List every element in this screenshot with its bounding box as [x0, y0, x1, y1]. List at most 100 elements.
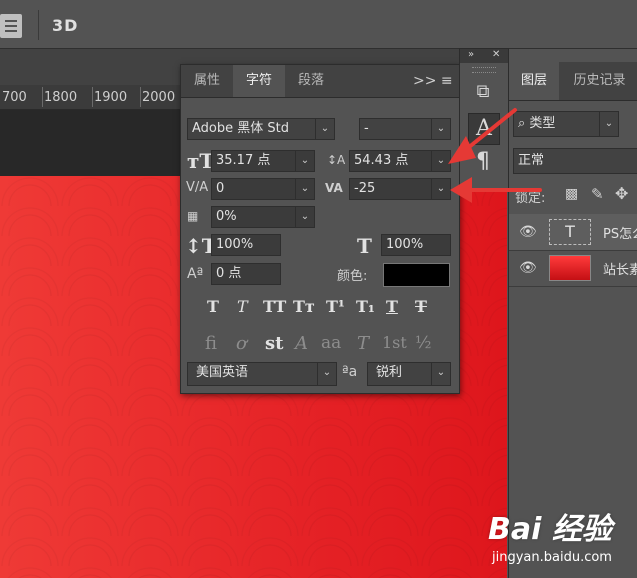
- character-icon[interactable]: A: [468, 113, 500, 145]
- cube-icon[interactable]: ⧉: [468, 77, 498, 107]
- drag-handle[interactable]: [472, 67, 496, 73]
- titling-alternates-button[interactable]: T: [357, 333, 369, 354]
- layers-panel-tabs: 图层 历史记录: [509, 62, 637, 101]
- ruler-mark: 700: [2, 90, 27, 105]
- superscript-button[interactable]: T¹: [326, 297, 345, 316]
- tsume-icon: ▦: [187, 209, 199, 223]
- eye-icon[interactable]: 👁: [519, 224, 537, 240]
- tracking-icon: VA: [325, 181, 343, 195]
- leading-value: 54.43 点: [354, 153, 409, 168]
- underline-button[interactable]: T: [386, 297, 398, 316]
- baidu-watermark: Bai 经验 jingyan.baidu.com: [488, 504, 628, 574]
- antialias-icon: ªa: [342, 364, 358, 380]
- chevron-down-icon: ⌄: [431, 179, 450, 199]
- tsume-value: 0%: [216, 209, 237, 224]
- toolbar-divider: [38, 10, 39, 40]
- horizontal-scale-icon: T: [357, 234, 372, 258]
- faux-italic-button[interactable]: T: [237, 297, 248, 316]
- kerning-field[interactable]: 0 ⌄: [211, 178, 315, 200]
- 3d-mode-button[interactable]: 3D: [52, 16, 78, 35]
- tracking-value: -25: [354, 181, 376, 196]
- faux-bold-button[interactable]: T: [207, 297, 219, 316]
- discretionary-ligature-button[interactable]: st: [265, 333, 283, 354]
- watermark-url: jingyan.baidu.com: [492, 550, 612, 565]
- options-bar: 3D: [0, 0, 637, 49]
- dock-header: » ✕: [460, 49, 508, 63]
- chevron-down-icon: ⌄: [315, 119, 334, 139]
- small-caps-button[interactable]: Tт: [293, 297, 315, 316]
- leading-icon: ↕A: [327, 153, 346, 167]
- layer-filter-value: 类型: [529, 116, 556, 131]
- chevron-down-icon: ⌄: [431, 151, 450, 171]
- language-select[interactable]: 美国英语 ⌄: [187, 362, 337, 386]
- layer-name: 站长素: [603, 263, 637, 278]
- baseline-shift-icon: Aª: [187, 266, 204, 282]
- font-style-value: -: [364, 121, 369, 136]
- color-label: 颜色:: [337, 269, 368, 284]
- vertical-scale-field[interactable]: 100%: [211, 234, 281, 256]
- layer-name: PS怎么: [603, 227, 637, 242]
- kerning-icon: V/A: [186, 180, 209, 195]
- paragraph-icon[interactable]: ¶: [468, 147, 498, 177]
- font-size-field[interactable]: 35.17 点 ⌄: [211, 150, 315, 172]
- baseline-shift-field[interactable]: 0 点: [211, 263, 281, 285]
- font-family-value: Adobe 黑体 Std: [192, 121, 289, 136]
- lock-move-icon[interactable]: ✥: [615, 184, 628, 203]
- layer-row[interactable]: 👁 站长素: [509, 250, 637, 287]
- chevron-down-icon: ⌄: [295, 179, 314, 199]
- tab-history[interactable]: 历史记录: [561, 62, 637, 100]
- lock-transparency-icon[interactable]: ▩: [565, 186, 578, 202]
- collapsed-panel-dock: » ✕ ⧉ A ¶: [459, 48, 509, 190]
- chevron-down-icon: ⌄: [295, 151, 314, 171]
- character-panel: 属性 字符 段落 >> ≡ Adobe 黑体 Std ⌄ - ⌄ ᴛT 35.1…: [180, 64, 460, 394]
- lock-label: 锁定:: [515, 191, 546, 206]
- chevron-down-icon: ⌄: [431, 363, 450, 385]
- chevron-down-icon: ⌄: [295, 207, 314, 227]
- panel-menu-icon[interactable]: >> ≡: [413, 73, 453, 89]
- stylistic-alternates-button[interactable]: aa: [321, 333, 341, 353]
- lock-paint-brush-icon[interactable]: ✎: [591, 185, 604, 203]
- strikethrough-button[interactable]: T: [415, 297, 427, 316]
- tab-character[interactable]: 字符: [233, 65, 285, 97]
- old-style-button[interactable]: ơ: [236, 333, 247, 354]
- layer-filter-select[interactable]: ⌕ 类型 ⌄: [513, 111, 619, 137]
- ruler-mark: 2000: [142, 90, 176, 105]
- leading-field[interactable]: 54.43 点 ⌄: [349, 150, 451, 172]
- watermark-brand: Bai 经验: [488, 512, 612, 547]
- tab-layers[interactable]: 图层: [509, 62, 559, 100]
- font-size-value: 35.17 点: [216, 153, 271, 168]
- font-style-select[interactable]: - ⌄: [359, 118, 451, 140]
- antialias-select[interactable]: 锐利 ⌄: [367, 362, 451, 386]
- ordinals-button[interactable]: 1st: [382, 333, 407, 352]
- swash-button[interactable]: A: [295, 333, 308, 354]
- tsume-field[interactable]: 0% ⌄: [211, 206, 315, 228]
- layer-row[interactable]: 👁 T PS怎么: [509, 214, 637, 251]
- chevron-down-icon: ⌄: [317, 363, 336, 385]
- image-layer-thumbnail: [549, 255, 591, 281]
- tab-paragraph[interactable]: 段落: [285, 65, 337, 97]
- horizontal-scale-field[interactable]: 100%: [381, 234, 451, 256]
- character-panel-tabs: 属性 字符 段落 >> ≡: [181, 65, 459, 98]
- close-icon[interactable]: ✕: [492, 49, 500, 60]
- collapse-icon[interactable]: »: [468, 49, 474, 60]
- tracking-field[interactable]: -25 ⌄: [349, 178, 451, 200]
- text-layer-thumbnail: T: [549, 219, 591, 245]
- kerning-value: 0: [216, 181, 225, 196]
- ligature-button[interactable]: fi: [205, 333, 217, 354]
- fractions-button[interactable]: ½: [415, 333, 431, 353]
- subscript-button[interactable]: T₁: [356, 297, 375, 316]
- blend-mode-select[interactable]: 正常: [513, 148, 637, 174]
- layers-panel: 图层 历史记录 ⌕ 类型 ⌄ 正常 锁定: ▩ ✎ ✥ 👁 T PS怎么 👁 站…: [508, 62, 637, 578]
- font-family-select[interactable]: Adobe 黑体 Std ⌄: [187, 118, 335, 140]
- ruler-mark: 1800: [44, 90, 78, 105]
- chevron-down-icon: ⌄: [599, 112, 618, 136]
- tab-properties[interactable]: 属性: [181, 65, 233, 97]
- text-color-swatch[interactable]: [383, 263, 450, 287]
- eye-icon[interactable]: 👁: [519, 260, 537, 276]
- chevron-down-icon: ⌄: [431, 119, 450, 139]
- search-icon: ⌕: [518, 116, 530, 131]
- document-icon[interactable]: [0, 14, 22, 38]
- antialias-value: 锐利: [376, 365, 403, 380]
- language-value: 美国英语: [196, 365, 249, 380]
- all-caps-button[interactable]: TT: [263, 297, 286, 316]
